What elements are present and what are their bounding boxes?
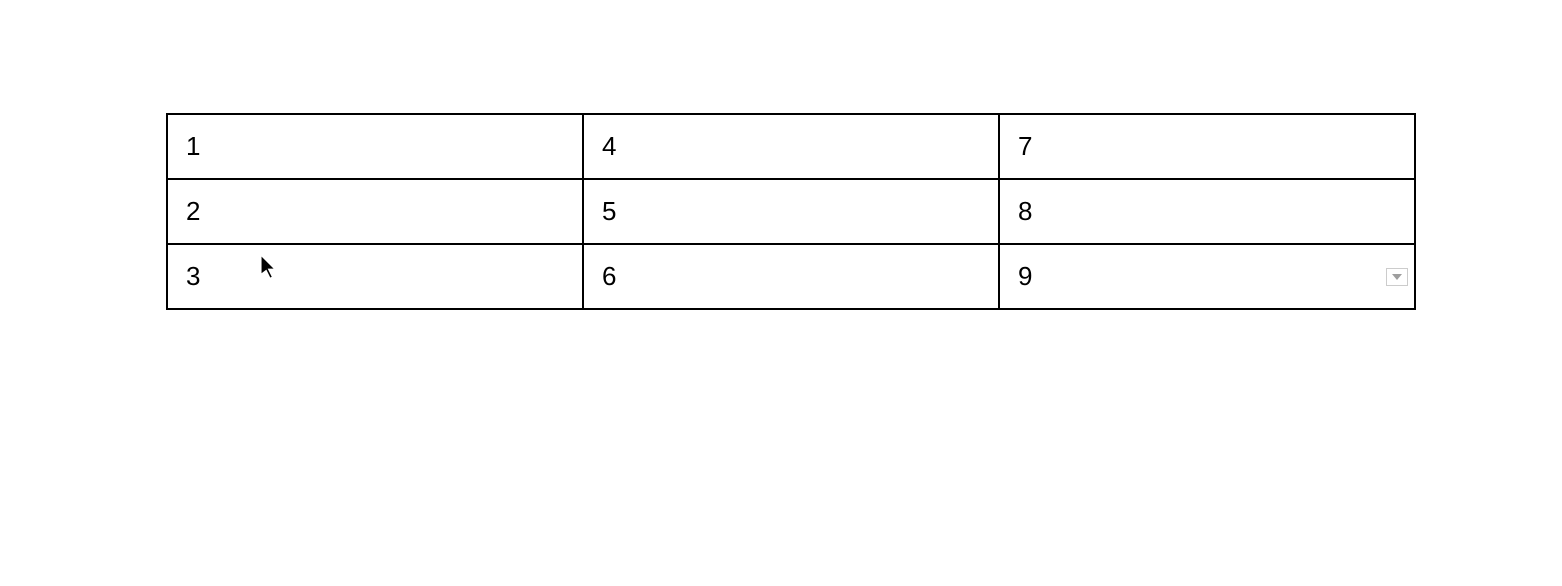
table-cell-value: 9 bbox=[1018, 261, 1032, 291]
table: 1 4 7 2 5 8 3 6 9 bbox=[166, 113, 1416, 310]
table-cell[interactable]: 1 bbox=[167, 114, 583, 179]
table-cell[interactable]: 4 bbox=[583, 114, 999, 179]
chevron-down-icon bbox=[1392, 274, 1402, 280]
table-cell[interactable]: 9 bbox=[999, 244, 1415, 309]
table-row: 2 5 8 bbox=[167, 179, 1415, 244]
table-cell[interactable]: 6 bbox=[583, 244, 999, 309]
data-table: 1 4 7 2 5 8 3 6 9 bbox=[166, 113, 1416, 310]
table-row: 3 6 9 bbox=[167, 244, 1415, 309]
table-options-dropdown[interactable] bbox=[1386, 268, 1408, 286]
table-cell[interactable]: 8 bbox=[999, 179, 1415, 244]
table-cell[interactable]: 7 bbox=[999, 114, 1415, 179]
table-cell[interactable]: 2 bbox=[167, 179, 583, 244]
table-cell[interactable]: 5 bbox=[583, 179, 999, 244]
table-cell[interactable]: 3 bbox=[167, 244, 583, 309]
table-row: 1 4 7 bbox=[167, 114, 1415, 179]
